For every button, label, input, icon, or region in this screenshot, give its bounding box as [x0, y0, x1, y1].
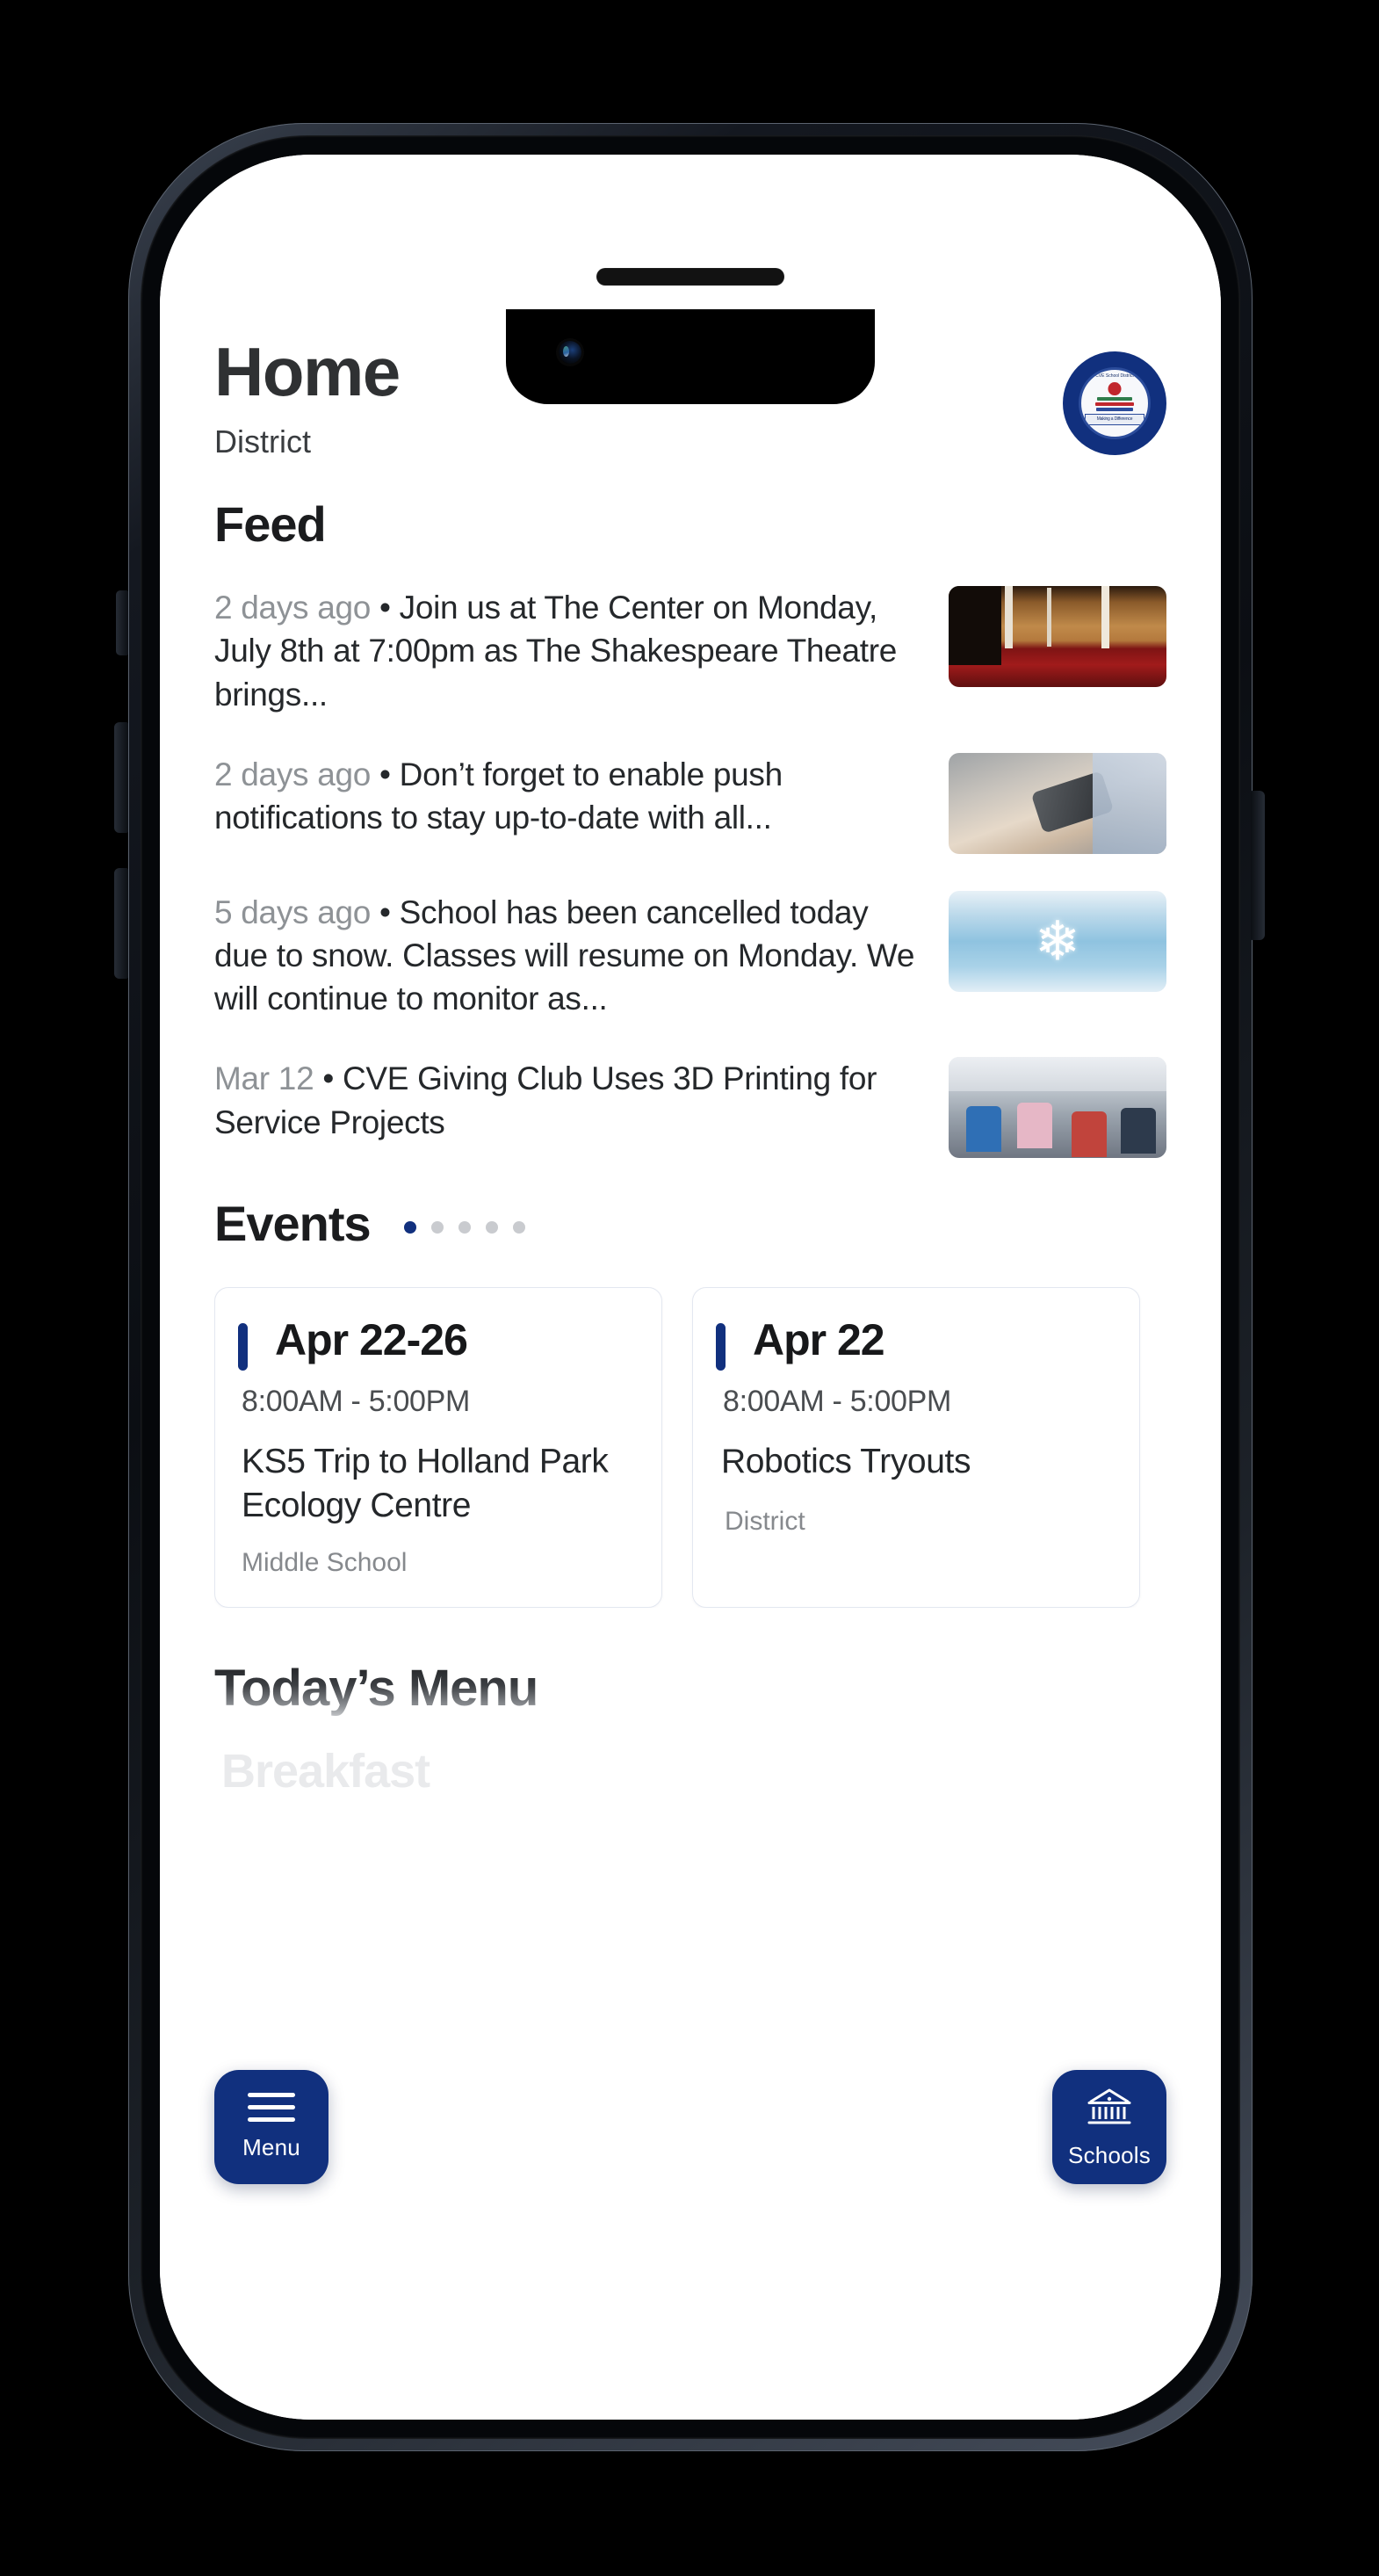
event-name: Robotics Tryouts — [721, 1443, 971, 1481]
feed-item-date: 5 days ago — [214, 894, 372, 930]
feed-item[interactable]: 5 days ago • School has been cancelled t… — [214, 890, 1166, 1021]
hands-holding-phone-thumbnail[interactable] — [949, 752, 1166, 854]
phone-volume-down-button[interactable] — [114, 868, 128, 979]
front-camera-icon — [559, 341, 581, 364]
event-name: KS5 Trip to Holland Park Ecology Centre — [242, 1443, 609, 1524]
phone-mute-switch[interactable] — [116, 590, 128, 655]
pagination-dot-3[interactable] — [458, 1221, 472, 1234]
screenshot-stage: Home District CVE School District Making… — [0, 0, 1379, 2576]
pagination-dot-2[interactable] — [431, 1221, 444, 1234]
feed-item-text: 2 days ago • Don’t forget to enable push… — [214, 753, 926, 839]
feed-item-text: 2 days ago • Join us at The Center on Mo… — [214, 586, 926, 716]
feed-item[interactable]: 2 days ago • Join us at The Center on Mo… — [214, 586, 1166, 716]
event-card[interactable]: Apr 22-26 8:00AM - 5:00PM KS5 Trip to Ho… — [214, 1287, 662, 1609]
event-time: 8:00AM - 5:00PM — [242, 1385, 471, 1419]
page-title: Home — [214, 333, 401, 410]
earpiece-speaker-icon — [597, 269, 783, 285]
feed-list: 2 days ago • Join us at The Center on Mo… — [214, 586, 1166, 1159]
feed-item[interactable]: Mar 12 • CVE Giving Club Uses 3D Printin… — [214, 1057, 1166, 1159]
todays-menu-section: Today’s Menu Breakfast — [214, 1659, 1166, 1798]
crest-banner-text: Making a Difference — [1085, 414, 1144, 425]
books-icon — [1095, 397, 1134, 413]
pagination-dot-5[interactable] — [513, 1221, 526, 1234]
classroom-students-thumbnail[interactable] — [949, 1057, 1166, 1159]
event-accent-bar — [238, 1323, 248, 1371]
event-accent-bar — [716, 1323, 726, 1371]
event-time: 8:00AM - 5:00PM — [723, 1385, 952, 1419]
event-scope: District — [725, 1506, 805, 1536]
school-crest-icon: CVE School District Making a Difference — [1079, 367, 1151, 439]
feed-item-date: 2 days ago — [214, 756, 372, 792]
crest-arc-text: CVE School District — [1095, 373, 1134, 379]
phone-volume-up-button[interactable] — [114, 722, 128, 833]
page-header: Home District CVE School District Making… — [214, 155, 1166, 460]
feed-item-date: Mar 12 — [214, 1060, 314, 1097]
header-titles: Home District — [214, 333, 401, 460]
menu-button-label: Menu — [242, 2134, 300, 2160]
event-scope: Middle School — [242, 1548, 408, 1578]
schools-button[interactable]: Schools — [1052, 2070, 1166, 2184]
page-subtitle: District — [214, 423, 311, 460]
theatre-auditorium-thumbnail[interactable] — [949, 586, 1166, 688]
todays-menu-meal-label: Breakfast — [221, 1745, 430, 1798]
todays-menu-title: Today’s Menu — [214, 1660, 538, 1718]
phone-notch — [506, 269, 875, 404]
schools-button-label: Schools — [1068, 2141, 1151, 2168]
events-carousel[interactable]: Apr 22-26 8:00AM - 5:00PM KS5 Trip to Ho… — [214, 1287, 1166, 1609]
feed-bullet-separator: • — [379, 894, 391, 930]
feed-item-text: Mar 12 • CVE Giving Club Uses 3D Printin… — [214, 1057, 926, 1143]
menu-button[interactable]: Menu — [214, 2070, 329, 2184]
event-card[interactable]: Apr 22 8:00AM - 5:00PM Robotics Tryouts … — [692, 1287, 1140, 1609]
pagination-dot-4[interactable] — [486, 1221, 499, 1234]
apple-icon — [1108, 382, 1122, 395]
events-header: Events — [214, 1195, 1166, 1252]
events-section-title: Events — [214, 1196, 372, 1252]
district-logo-button[interactable]: CVE School District Making a Difference — [1063, 351, 1166, 455]
feed-bullet-separator: • — [379, 756, 391, 792]
phone-power-button[interactable] — [1251, 791, 1265, 940]
event-date: Apr 22 — [753, 1315, 885, 1365]
event-date: Apr 22-26 — [275, 1315, 468, 1365]
phone-screen: Home District CVE School District Making… — [160, 155, 1221, 2420]
feed-bullet-separator: • — [379, 590, 391, 626]
feed-item-text: 5 days ago • School has been cancelled t… — [214, 891, 926, 1021]
hamburger-icon — [248, 2093, 295, 2122]
events-pagination-dots[interactable] — [404, 1221, 526, 1234]
app-viewport: Home District CVE School District Making… — [160, 155, 1221, 2420]
feed-bullet-separator: • — [322, 1060, 334, 1097]
feed-item[interactable]: 2 days ago • Don’t forget to enable push… — [214, 752, 1166, 854]
pagination-dot-1[interactable] — [404, 1221, 417, 1234]
feed-section-title: Feed — [214, 496, 327, 553]
feed-item-body: CVE Giving Club Uses 3D Printing for Ser… — [214, 1060, 877, 1140]
feed-item-date: 2 days ago — [214, 590, 372, 626]
snowflake-mittens-thumbnail[interactable] — [949, 890, 1166, 992]
school-building-icon — [1082, 2086, 1137, 2130]
